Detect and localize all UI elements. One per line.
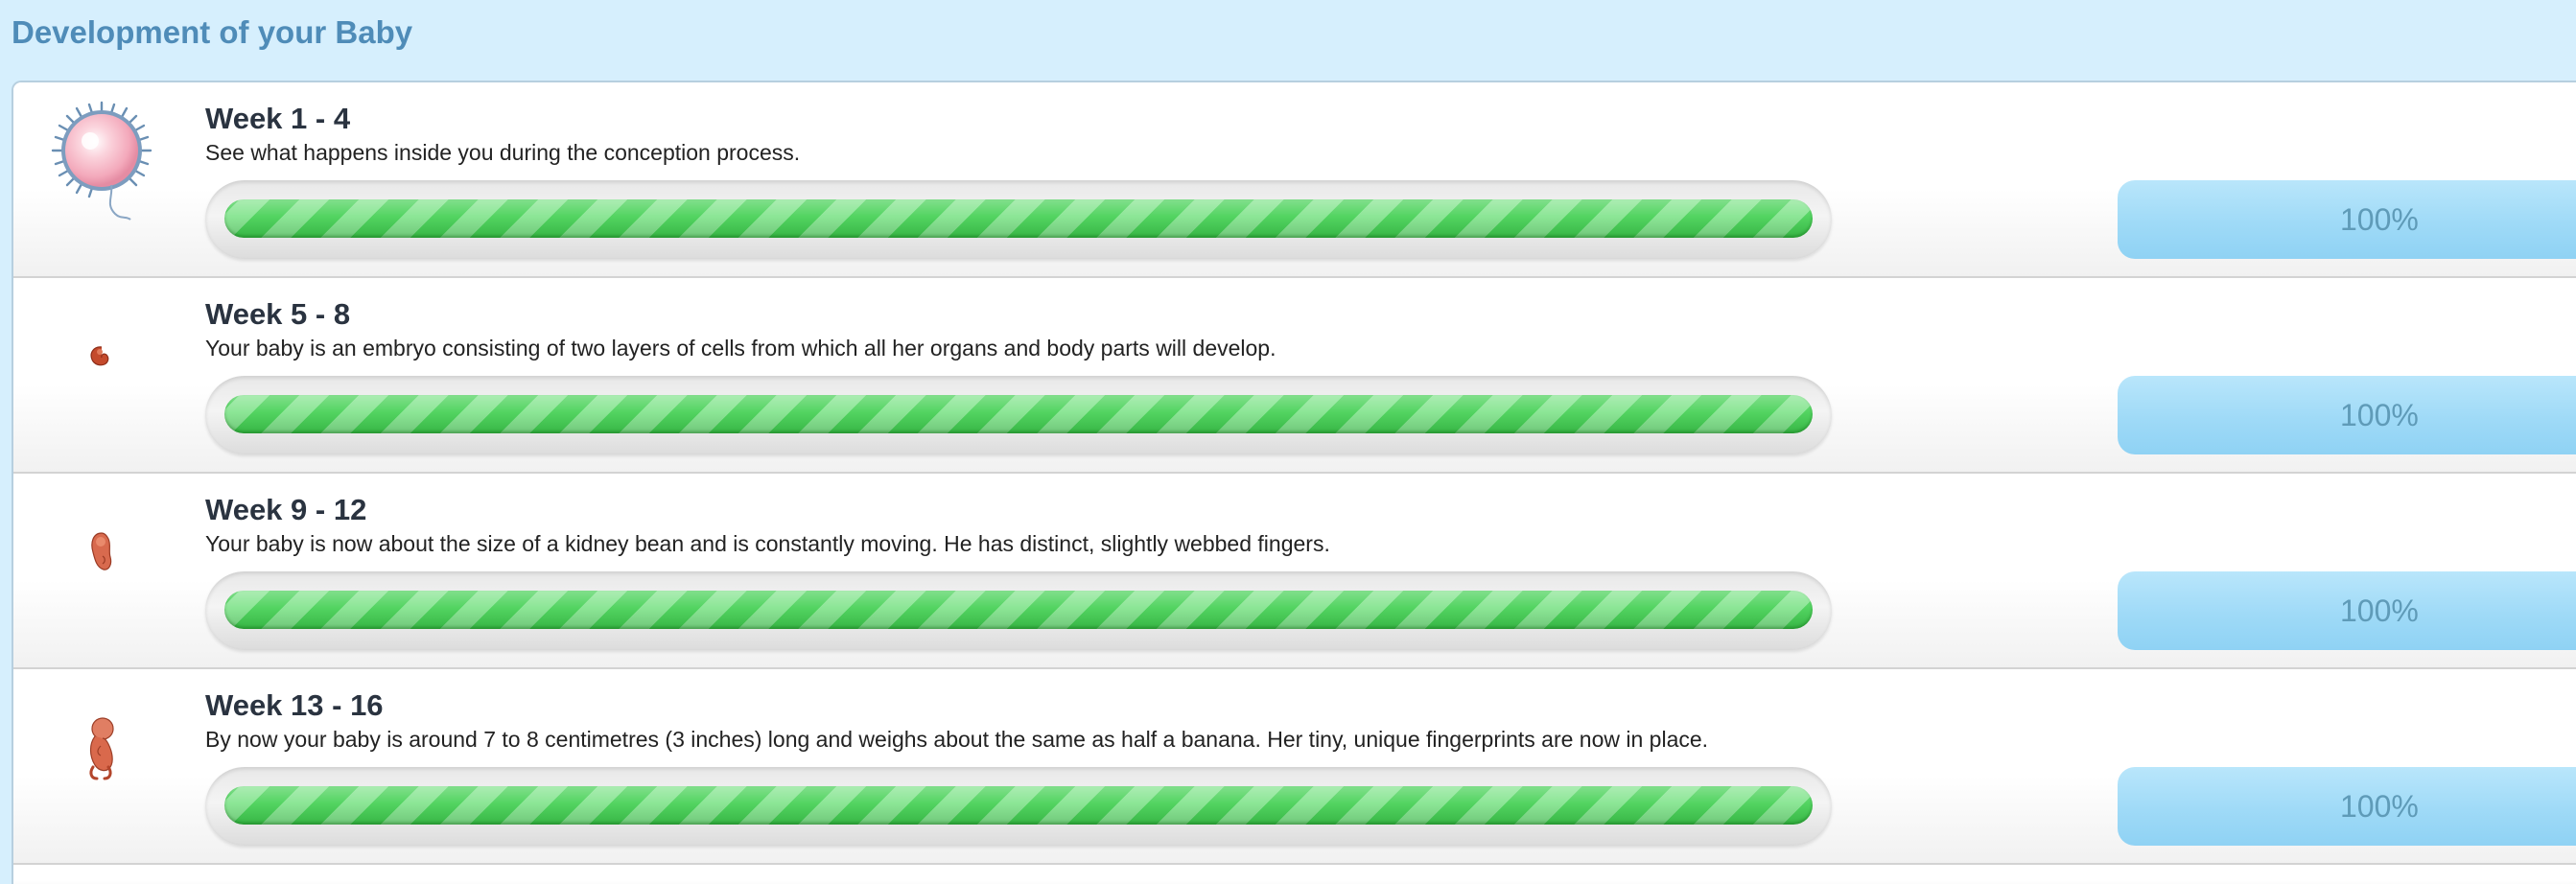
week-row-5-8[interactable]: Week 5 - 8 Your baby is an embryo consis… <box>13 278 2576 474</box>
embryo-icon <box>35 485 169 619</box>
egg-cell-icon <box>35 94 169 228</box>
progress-fill <box>224 786 1813 825</box>
progress-fill <box>224 591 1813 629</box>
progress-track <box>205 180 1832 259</box>
week-description: Your baby is an embryo consisting of two… <box>205 336 1276 361</box>
page-title: Development of your Baby <box>12 14 413 50</box>
week-description: Your baby is now about the size of a kid… <box>205 531 1330 556</box>
progress-track <box>205 767 1832 846</box>
week-row-next-partial[interactable] <box>13 865 2576 884</box>
progress-fill <box>224 395 1813 433</box>
week-title: Week 5 - 8 <box>205 297 351 331</box>
fetus-icon <box>35 681 169 815</box>
percent-badge: 100% <box>2118 376 2576 454</box>
weeks-panel: Week 1 - 4 See what happens inside you d… <box>12 81 2576 884</box>
progress-track <box>205 376 1832 454</box>
week-row-1-4[interactable]: Week 1 - 4 See what happens inside you d… <box>13 82 2576 278</box>
week-description: By now your baby is around 7 to 8 centim… <box>205 727 1709 752</box>
percent-badge: 100% <box>2118 767 2576 846</box>
progress-track <box>205 571 1832 650</box>
embryo-icon <box>35 290 169 424</box>
percent-badge: 100% <box>2118 571 2576 650</box>
progress-fill <box>224 199 1813 238</box>
week-row-13-16[interactable]: Week 13 - 16 By now your baby is around … <box>13 669 2576 865</box>
week-row-9-12[interactable]: Week 9 - 12 Your baby is now about the s… <box>13 474 2576 669</box>
percent-badge: 100% <box>2118 180 2576 259</box>
page-header: Development of your Baby <box>0 0 2576 81</box>
week-title: Week 9 - 12 <box>205 493 367 526</box>
week-title: Week 13 - 16 <box>205 688 384 722</box>
week-description: See what happens inside you during the c… <box>205 140 801 165</box>
week-title: Week 1 - 4 <box>205 102 351 135</box>
